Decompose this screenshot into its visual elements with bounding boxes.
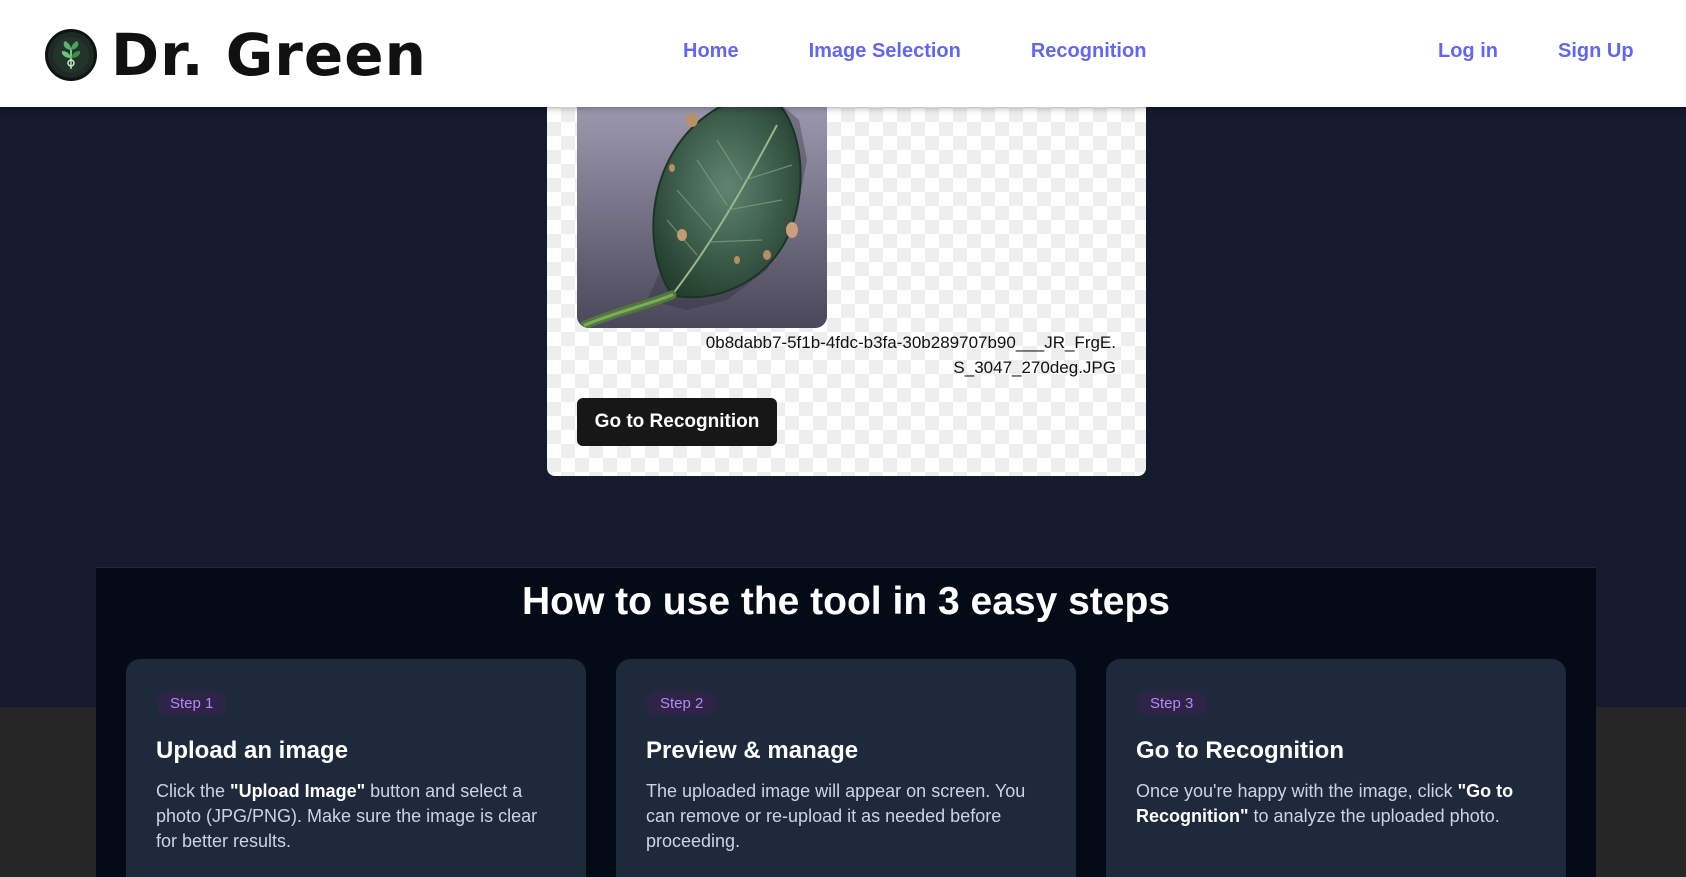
step-description: Once you're happy with the image, click … [1136, 781, 1514, 826]
plant-logo-icon [45, 29, 97, 81]
brand[interactable]: Dr. Green [45, 20, 427, 90]
uploaded-leaf-image [577, 80, 827, 328]
signup-link[interactable]: Sign Up [1558, 40, 1634, 63]
uploaded-file-name: 0b8dabb7-5f1b-4fdc-b3fa-30b289707b90___J… [705, 333, 1116, 377]
step-description: Click the "Upload Image" button and sele… [156, 781, 538, 851]
go-to-recognition-button[interactable]: Go to Recognition [577, 398, 777, 446]
main-nav: Home Image Selection Recognition [683, 40, 1216, 63]
steps-heading: How to use the tool in 3 easy steps [522, 580, 1170, 623]
nav-image-selection-link[interactable]: Image Selection [809, 40, 961, 63]
login-link[interactable]: Log in [1438, 40, 1498, 63]
step-card-1: Step 1 Upload an image Click the "Upload… [126, 659, 586, 877]
image-preview-card: 0b8dabb7-5f1b-4fdc-b3fa-30b289707b90___J… [547, 80, 1146, 476]
brand-name: Dr. Green [111, 21, 427, 89]
auth-nav: Log in Sign Up [1438, 40, 1634, 63]
top-navbar: Dr. Green Home Image Selection Recogniti… [0, 0, 1686, 107]
step-title: Go to Recognition [1136, 737, 1344, 764]
step-title: Preview & manage [646, 737, 859, 764]
step-card-3: Step 3 Go to Recognition Once you're hap… [1106, 659, 1566, 877]
how-to-steps-section: How to use the tool in 3 easy steps Step… [96, 567, 1596, 877]
nav-home-link[interactable]: Home [683, 40, 739, 63]
step-card-2: Step 2 Preview & manage The uploaded ima… [616, 659, 1076, 877]
step-badge: Step 3 [1136, 691, 1208, 716]
step-badge: Step 1 [156, 691, 228, 716]
step-description: The uploaded image will appear on screen… [646, 781, 1026, 851]
nav-recognition-link[interactable]: Recognition [1031, 40, 1147, 63]
step-badge: Step 2 [646, 691, 718, 716]
step-title: Upload an image [156, 737, 349, 764]
